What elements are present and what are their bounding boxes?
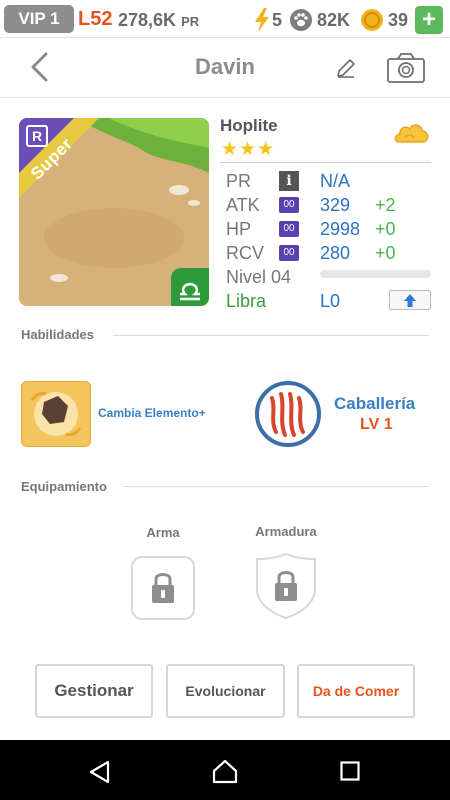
- lightning-icon: [255, 8, 269, 32]
- cavalry-skill-icon[interactable]: [254, 380, 322, 448]
- rarity-badge: R: [26, 125, 48, 147]
- coin-icon: [361, 9, 383, 31]
- skills-section-title: Habilidades: [21, 327, 94, 342]
- unit-card[interactable]: R Super: [19, 118, 209, 306]
- add-currency-button[interactable]: +: [415, 6, 443, 34]
- vip-badge[interactable]: VIP 1: [4, 5, 74, 33]
- stat-value-atk: 329: [320, 195, 351, 215]
- level-progress-bar: [320, 270, 431, 278]
- armor-slot-lock-icon[interactable]: [253, 553, 319, 619]
- skills-divider: [113, 335, 429, 336]
- coin-value: 39: [388, 9, 409, 30]
- system-nav-bar: [0, 740, 450, 800]
- passive-skill-name: Caballería: [334, 394, 416, 413]
- manage-button[interactable]: Gestionar: [35, 664, 153, 718]
- libra-icon: [171, 268, 209, 306]
- stat-label-pr: PR: [226, 171, 252, 191]
- atk-badge: 00: [279, 197, 299, 213]
- equipment-divider: [123, 486, 429, 487]
- sign-label: Libra: [226, 291, 267, 311]
- active-skill-icon[interactable]: [21, 381, 91, 447]
- stat-value-pr: N/A: [320, 171, 351, 191]
- pr-value: 278,6K: [118, 10, 177, 30]
- back-triangle-icon[interactable]: [88, 760, 112, 784]
- info-icon[interactable]: i: [279, 171, 299, 191]
- player-pr: 278,6K PR: [118, 8, 199, 34]
- upgrade-sign-button[interactable]: [389, 290, 431, 310]
- status-bar: VIP 1 L52 278,6K PR 5 82K 39 +: [0, 0, 450, 38]
- recents-icon[interactable]: [340, 761, 360, 781]
- weapon-label: Arma: [146, 525, 180, 540]
- coin-counter[interactable]: 39: [360, 7, 408, 33]
- sign-value: L0: [320, 291, 341, 311]
- stat-value-rcv: 280: [320, 243, 351, 263]
- stat-label-hp: HP: [226, 219, 252, 239]
- pr-unit: PR: [181, 14, 200, 29]
- stat-bonus-rcv: +0: [375, 243, 396, 263]
- paw-icon: [290, 9, 312, 31]
- rcv-badge: 00: [279, 245, 299, 261]
- up-arrow-icon: [404, 294, 416, 307]
- cloud-element-icon: [394, 124, 429, 143]
- camera-icon[interactable]: [386, 52, 426, 84]
- paw-counter[interactable]: 82K: [289, 7, 350, 33]
- active-skill-name: Cambia Elemento+: [98, 406, 206, 420]
- star-rating: ★★★: [221, 139, 276, 160]
- stat-label-rcv: RCV: [226, 243, 265, 263]
- feed-button[interactable]: Da de Comer: [297, 664, 415, 718]
- player-level: L52: [78, 8, 113, 30]
- weapon-slot-lock-icon[interactable]: [130, 555, 196, 621]
- header: Davin: [0, 38, 450, 98]
- evolve-button[interactable]: Evolucionar: [166, 664, 285, 718]
- paw-value: 82K: [317, 9, 351, 30]
- home-icon[interactable]: [212, 758, 238, 784]
- level-label: Nivel 04: [226, 267, 292, 287]
- equipment-section-title: Equipamiento: [21, 479, 107, 494]
- pencil-icon[interactable]: [334, 56, 358, 80]
- info-divider: [220, 162, 431, 163]
- stat-value-hp: 2998: [320, 219, 361, 239]
- stat-bonus-atk: +2: [375, 195, 396, 215]
- hp-badge: 00: [279, 221, 299, 237]
- armor-label: Armadura: [255, 524, 317, 539]
- passive-skill-level: LV 1: [360, 416, 393, 433]
- stat-label-atk: ATK: [226, 195, 260, 215]
- energy-counter[interactable]: 5: [254, 7, 282, 33]
- stat-bonus-hp: +0: [375, 219, 396, 239]
- unit-name: Hoplite: [220, 116, 278, 135]
- energy-value: 5: [272, 9, 283, 30]
- page-title: Davin: [195, 54, 255, 79]
